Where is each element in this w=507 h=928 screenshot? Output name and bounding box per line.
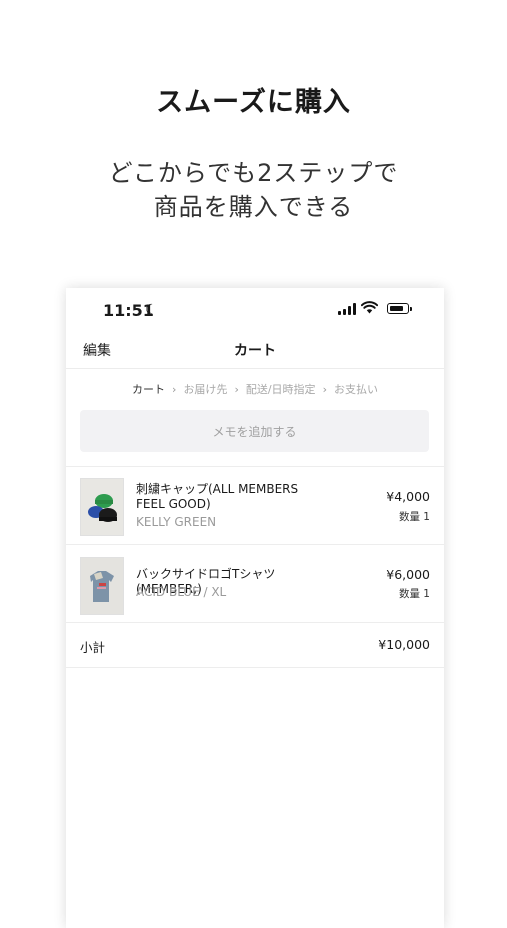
subtotal-label: 小計	[80, 640, 106, 655]
moon-icon: ☾	[145, 302, 158, 318]
phone-screen: 11:51 ☾ 編集 カート カート › お届け先 › 配送/日時指定 › お支払い メモを…	[66, 288, 444, 928]
add-memo-label: メモを追加する	[212, 424, 297, 439]
cart-item[interactable]: バックサイドロゴTシャツ (MEMBER;) ACID BLUE / XL ¥6…	[66, 544, 444, 623]
battery-icon	[387, 303, 412, 314]
nav-title: カート	[234, 343, 276, 359]
wifi-icon	[361, 301, 378, 314]
signal-icon	[338, 303, 356, 315]
add-memo-button[interactable]: メモを追加する	[80, 410, 429, 452]
product-quantity: 数量 1	[398, 588, 430, 600]
product-variant: KELLY GREEN	[136, 515, 217, 529]
subtotal-value: ¥10,000	[378, 637, 430, 652]
product-price: ¥6,000	[386, 567, 430, 582]
promo-subline-1: どこからでも2ステップで	[108, 159, 399, 187]
product-price: ¥4,000	[386, 489, 430, 504]
chevron-right-icon: ›	[234, 383, 239, 396]
step-cart: カート	[132, 383, 166, 396]
product-name: 刺繍キャップ(ALL MEMBERS FEEL GOOD)	[136, 482, 299, 511]
checkout-steps: カート › お届け先 › 配送/日時指定 › お支払い	[66, 381, 444, 397]
promo-headline: スムーズに購入	[156, 87, 351, 118]
product-thumbnail	[80, 478, 124, 536]
promo-subline-2: 商品を購入できる	[153, 193, 354, 221]
product-thumbnail	[80, 557, 124, 615]
chevron-right-icon: ›	[172, 383, 177, 396]
status-bar: 11:51 ☾	[66, 288, 444, 332]
nav-bar: 編集 カート	[66, 332, 444, 369]
step-address: お届け先	[183, 383, 228, 396]
product-variant: ACID BLUE / XL	[136, 585, 227, 599]
subtotal-row: 小計 ¥10,000	[66, 622, 444, 668]
chevron-right-icon: ›	[322, 383, 327, 396]
cart-item[interactable]: 刺繍キャップ(ALL MEMBERS FEEL GOOD) KELLY GREE…	[66, 466, 444, 545]
product-quantity: 数量 1	[398, 511, 430, 523]
step-payment: お支払い	[333, 383, 378, 396]
step-delivery: 配送/日時指定	[245, 383, 316, 396]
